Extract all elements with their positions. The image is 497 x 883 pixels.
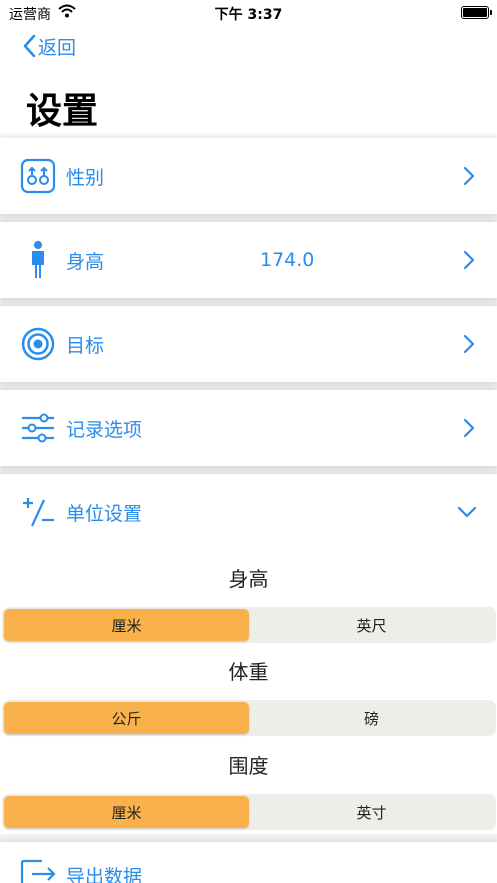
status-bar: 运营商 下午 3:37 <box>0 0 497 26</box>
sliders-icon <box>20 410 56 446</box>
height-label: 身高 <box>66 250 105 273</box>
weight-unit-segmented-control[interactable]: 公斤 磅 <box>2 700 496 736</box>
page-title: 设置 <box>26 91 99 132</box>
gender-label: 性别 <box>66 166 105 189</box>
weight-unit-kg[interactable]: 公斤 <box>4 702 249 734</box>
weight-unit-title: 体重 <box>228 660 269 684</box>
gender-row[interactable]: 性别 <box>0 138 497 214</box>
height-unit-cm[interactable]: 厘米 <box>4 609 249 641</box>
height-row[interactable]: 身高 174.0 <box>0 222 497 298</box>
height-unit-ft[interactable]: 英尺 <box>249 609 494 641</box>
girth-unit-segmented-control[interactable]: 厘米 英寸 <box>2 794 496 830</box>
chevron-left-icon <box>23 34 36 58</box>
separator <box>0 298 497 306</box>
separator <box>0 466 497 474</box>
chevron-right-icon <box>463 334 477 354</box>
goal-label: 目标 <box>66 334 105 357</box>
target-icon <box>20 326 56 362</box>
clock: 下午 3:37 <box>214 7 283 23</box>
weight-unit-lb[interactable]: 磅 <box>249 702 494 734</box>
plus-minus-icon <box>20 494 56 530</box>
record-options-label: 记录选项 <box>66 418 143 441</box>
export-row[interactable]: 导出数据 <box>0 842 497 883</box>
goal-row[interactable]: 目标 <box>0 306 497 382</box>
separator <box>0 214 497 222</box>
girth-unit-title: 围度 <box>228 754 269 778</box>
back-button[interactable]: 返回 <box>22 32 76 60</box>
export-icon <box>20 856 56 883</box>
record-options-row[interactable]: 记录选项 <box>0 390 497 466</box>
battery-icon <box>461 6 492 19</box>
girth-unit-cm[interactable]: 厘米 <box>4 796 249 828</box>
export-label: 导出数据 <box>66 866 143 883</box>
girth-unit-in[interactable]: 英寸 <box>249 796 494 828</box>
height-unit-title: 身高 <box>228 567 269 591</box>
back-label: 返回 <box>38 36 77 59</box>
separator <box>0 834 497 842</box>
chevron-right-icon <box>463 166 477 186</box>
unit-settings-row[interactable]: 单位设置 <box>0 474 497 550</box>
separator <box>0 382 497 390</box>
height-value: 174.0 <box>260 249 315 271</box>
gender-icon <box>20 158 56 194</box>
unit-settings-label: 单位设置 <box>66 502 143 525</box>
height-unit-segmented-control[interactable]: 厘米 英尺 <box>2 607 496 643</box>
chevron-down-icon <box>457 502 477 522</box>
person-icon <box>20 241 56 278</box>
chevron-right-icon <box>463 418 477 438</box>
chevron-right-icon <box>463 250 477 270</box>
